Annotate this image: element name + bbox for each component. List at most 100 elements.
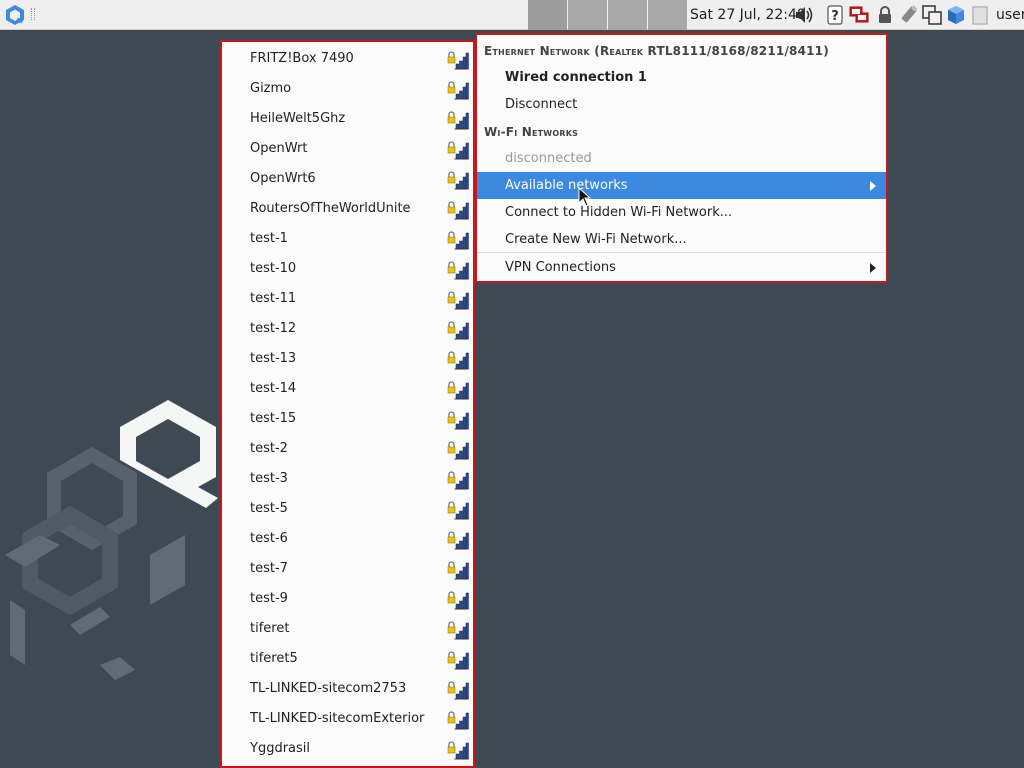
network-name: tiferet	[250, 621, 290, 636]
create-new-wifi-item[interactable]: Create New Wi-Fi Network...	[477, 226, 886, 253]
network-name: Yggdrasil	[250, 741, 311, 756]
wifi-secured-signal-icon	[447, 201, 469, 220]
network-item[interactable]: tiferet5	[222, 644, 473, 674]
network-item[interactable]: test-6	[222, 524, 473, 554]
connect-hidden-wifi-item[interactable]: Connect to Hidden Wi-Fi Network...	[477, 199, 886, 226]
available-networks-item[interactable]: Available networks	[477, 172, 886, 199]
wifi-secured-signal-icon	[447, 591, 469, 610]
network-item[interactable]: test-7	[222, 554, 473, 584]
wifi-secured-signal-icon	[447, 411, 469, 430]
wired-connection-label: Wired connection 1	[505, 70, 647, 85]
network-name: test-1	[250, 231, 288, 246]
qubes-desktop-logo	[5, 400, 218, 680]
wifi-secured-signal-icon	[447, 651, 469, 670]
qube-cube-icon[interactable]	[945, 4, 967, 26]
network-name: test-2	[250, 441, 288, 456]
network-item[interactable]: test-9	[222, 584, 473, 614]
wifi-secured-signal-icon	[447, 111, 469, 130]
wifi-secured-signal-icon	[447, 231, 469, 250]
available-networks-list: FRITZ!Box 7490 Gizmo HeileWelt5Ghz OpenWrt O…	[220, 40, 475, 768]
usb-drive-icon[interactable]	[897, 4, 919, 26]
network-name: OpenWrt	[250, 141, 308, 156]
network-item[interactable]: RoutersOfTheWorldUnite	[222, 194, 473, 224]
submenu-arrow-icon	[870, 263, 876, 273]
disconnect-item[interactable]: Disconnect	[477, 91, 886, 118]
network-wired-icon[interactable]	[848, 4, 870, 26]
taskbar-button[interactable]	[648, 0, 687, 30]
network-item[interactable]: TL-LINKED-sitecom2753	[222, 674, 473, 704]
network-item[interactable]: test-1	[222, 224, 473, 254]
network-name: test-14	[250, 381, 297, 396]
network-name: test-5	[250, 501, 288, 516]
taskbar-button[interactable]	[528, 0, 567, 30]
wifi-secured-signal-icon	[447, 741, 469, 760]
ethernet-section-header: Ethernet Network (Realtek RTL8111/8168/8…	[484, 44, 829, 58]
network-item[interactable]: OpenWrt6	[222, 164, 473, 194]
network-item[interactable]: test-11	[222, 284, 473, 314]
network-item[interactable]: test-13	[222, 344, 473, 374]
svg-text:?: ?	[831, 9, 839, 24]
network-item[interactable]: test-10	[222, 254, 473, 284]
lock-icon[interactable]	[874, 4, 896, 26]
wifi-secured-signal-icon	[447, 471, 469, 490]
clipboard-icon[interactable]	[969, 4, 991, 26]
network-item[interactable]: Yggdrasil	[222, 734, 473, 764]
wifi-secured-signal-icon	[447, 441, 469, 460]
vpn-connections-label: VPN Connections	[505, 260, 616, 275]
network-item[interactable]: OpenWrt	[222, 134, 473, 164]
wifi-secured-signal-icon	[447, 501, 469, 520]
panel-drag-handle[interactable]	[31, 8, 35, 20]
user-label: user	[996, 7, 1024, 23]
disconnect-label: Disconnect	[505, 97, 578, 112]
network-item[interactable]: test-14	[222, 374, 473, 404]
network-name: tiferet5	[250, 651, 298, 666]
mouse-cursor-icon	[578, 187, 592, 207]
network-item[interactable]: test-5	[222, 494, 473, 524]
network-name: test-3	[250, 471, 288, 486]
network-name: RoutersOfTheWorldUnite	[250, 201, 411, 216]
network-name: test-6	[250, 531, 288, 546]
wifi-secured-signal-icon	[447, 81, 469, 100]
network-name: test-9	[250, 591, 288, 606]
taskbar-button[interactable]	[608, 0, 647, 30]
wifi-secured-signal-icon	[447, 171, 469, 190]
network-name: TL-LINKED-sitecom2753	[250, 681, 407, 696]
help-icon[interactable]: ?	[824, 4, 846, 26]
volume-icon[interactable]	[793, 4, 815, 26]
wired-connection-item[interactable]: Wired connection 1	[477, 64, 886, 91]
network-name: FRITZ!Box 7490	[250, 51, 354, 66]
wifi-section-header: Wi-Fi Networks	[484, 125, 579, 139]
wifi-secured-signal-icon	[447, 321, 469, 340]
window-manager-icon[interactable]	[921, 4, 943, 26]
menu-separator	[477, 252, 886, 253]
network-name: test-15	[250, 411, 297, 426]
network-name: TL-LINKED-sitecomExterior	[250, 711, 425, 726]
network-menu: Ethernet Network (Realtek RTL8111/8168/8…	[475, 33, 888, 283]
wifi-secured-signal-icon	[447, 681, 469, 700]
network-name: test-10	[250, 261, 297, 276]
wifi-secured-signal-icon	[447, 531, 469, 550]
wifi-secured-signal-icon	[447, 561, 469, 580]
network-item[interactable]: FRITZ!Box 7490	[222, 44, 473, 74]
network-item[interactable]: test-3	[222, 464, 473, 494]
vpn-connections-item[interactable]: VPN Connections	[477, 254, 886, 281]
network-item[interactable]: TL-LINKED-sitecomExterior	[222, 704, 473, 734]
network-item[interactable]: HeileWelt5Ghz	[222, 104, 473, 134]
clock[interactable]: Sat 27 Jul, 22:48	[690, 0, 806, 30]
qubes-logo-icon[interactable]	[4, 4, 26, 26]
network-name: test-13	[250, 351, 297, 366]
network-name: HeileWelt5Ghz	[250, 111, 346, 126]
taskbar-button[interactable]	[568, 0, 607, 30]
network-item[interactable]: tiferet	[222, 614, 473, 644]
create-new-wifi-label: Create New Wi-Fi Network...	[505, 232, 687, 247]
network-item[interactable]: test-2	[222, 434, 473, 464]
network-item[interactable]: test-12	[222, 314, 473, 344]
network-item[interactable]: test-15	[222, 404, 473, 434]
wifi-secured-signal-icon	[447, 51, 469, 70]
wifi-secured-signal-icon	[447, 351, 469, 370]
network-item[interactable]: Gizmo	[222, 74, 473, 104]
wifi-secured-signal-icon	[447, 141, 469, 160]
wifi-secured-signal-icon	[447, 261, 469, 280]
wifi-secured-signal-icon	[447, 291, 469, 310]
wifi-secured-signal-icon	[447, 711, 469, 730]
